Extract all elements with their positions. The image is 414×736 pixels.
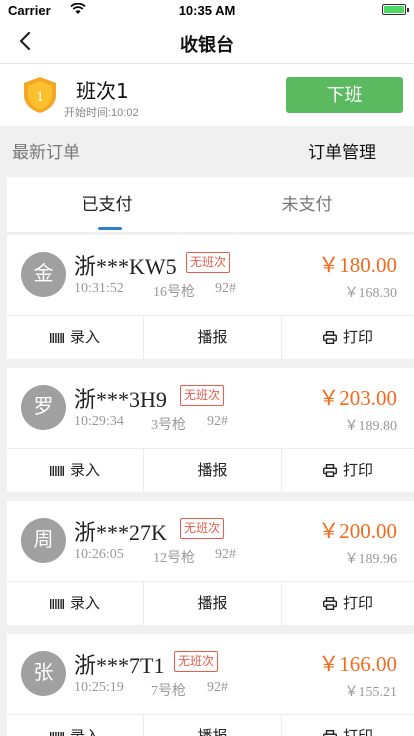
broadcast-button[interactable]: 播报 <box>144 715 282 736</box>
oil-grade: 92# <box>207 414 228 429</box>
off-duty-button[interactable]: 下班 <box>286 77 403 113</box>
record-button[interactable]: 录入 <box>7 316 144 360</box>
pump-gun: 16号枪 <box>153 285 195 300</box>
shift-badge-number: 1 <box>36 89 44 105</box>
barcode-icon <box>49 466 64 476</box>
broadcast-label: 播报 <box>197 462 228 479</box>
tab-active-indicator <box>98 227 122 230</box>
license-plate: 浙***7T1 <box>74 653 165 678</box>
shift-start-time: 开始时间:10:02 <box>64 107 139 119</box>
no-shift-tag: 无班次 <box>180 518 225 539</box>
broadcast-button[interactable]: 播报 <box>144 449 282 493</box>
order-actions: 录入 播报 打印 <box>7 581 414 626</box>
record-button[interactable]: 录入 <box>7 715 144 736</box>
order-actions: 录入 播报 打印 <box>7 315 414 360</box>
order-amount: ￥200.00 <box>318 519 397 543</box>
order-actions: 录入 播报 打印 <box>7 448 414 493</box>
paid-amount: ￥189.96 <box>344 552 398 567</box>
customer-avatar: 张 <box>21 651 66 696</box>
record-label: 录入 <box>69 329 100 346</box>
customer-avatar: 周 <box>21 518 66 563</box>
record-button[interactable]: 录入 <box>7 449 144 493</box>
barcode-icon <box>49 599 64 609</box>
nav-bar: 收银台 <box>0 20 414 64</box>
record-button[interactable]: 录入 <box>7 582 144 626</box>
paid-amount: ￥189.80 <box>344 419 398 434</box>
status-time: 10:35 AM <box>178 3 236 18</box>
broadcast-label: 播报 <box>197 595 228 612</box>
status-bar: Carrier 10:35 AM <box>0 0 414 20</box>
order-amount: ￥166.00 <box>318 652 397 676</box>
barcode-icon <box>49 333 64 343</box>
print-button[interactable]: 打印 <box>282 582 414 626</box>
page-title: 收银台 <box>180 35 234 55</box>
print-button[interactable]: 打印 <box>282 449 414 493</box>
order-time: 10:25:19 <box>74 680 124 695</box>
order-time: 10:29:34 <box>74 414 124 429</box>
shift-badge-icon: 1 <box>24 77 56 113</box>
oil-grade: 92# <box>215 547 236 562</box>
print-label: 打印 <box>342 595 373 612</box>
broadcast-button[interactable]: 播报 <box>144 582 282 626</box>
printer-icon <box>322 596 337 611</box>
printer-icon <box>322 463 337 478</box>
order-amount: ￥180.00 <box>318 253 397 277</box>
broadcast-button[interactable]: 播报 <box>144 316 282 360</box>
order-card[interactable]: 周浙***27K 无班次 ￥200.00 10:26:05 12号枪 92# ￥189.96… <box>7 501 414 626</box>
barcode-icon <box>49 732 64 736</box>
oil-grade: 92# <box>207 680 228 695</box>
license-plate: 浙***3H9 <box>74 387 167 412</box>
section-header: 最新订单 订单管理 <box>0 126 414 176</box>
order-management-link[interactable]: 订单管理 <box>308 138 376 163</box>
order-time: 10:26:05 <box>74 547 124 562</box>
print-label: 打印 <box>342 329 373 346</box>
print-button[interactable]: 打印 <box>282 316 414 360</box>
order-card[interactable]: 罗浙***3H9 无班次 ￥203.00 10:29:34 3号枪 92# ￥189.80 录… <box>7 368 414 493</box>
no-shift-tag: 无班次 <box>174 651 219 672</box>
customer-avatar: 罗 <box>21 385 66 430</box>
order-card[interactable]: 金浙***KW5 无班次 ￥180.00 10:31:52 16号枪 92# ￥168.30… <box>7 235 414 360</box>
print-label: 打印 <box>342 462 373 479</box>
record-label: 录入 <box>69 595 100 612</box>
order-amount: ￥203.00 <box>318 386 397 410</box>
no-shift-tag: 无班次 <box>186 252 231 273</box>
printer-icon <box>322 330 337 345</box>
shift-name: 班次1 <box>76 79 129 103</box>
paid-amount: ￥168.30 <box>344 286 398 301</box>
no-shift-tag: 无班次 <box>180 385 225 406</box>
print-label: 打印 <box>343 728 373 736</box>
paid-amount: ￥155.21 <box>344 685 398 700</box>
battery-icon <box>382 4 409 15</box>
printer-icon <box>322 729 337 736</box>
shift-bar: 1 班次1 开始时间:10:02 下班 <box>0 64 414 126</box>
tab-unpaid[interactable]: 未支付 <box>207 177 407 232</box>
order-actions: 录入 播报 打印 <box>7 714 414 736</box>
broadcast-label: 播报 <box>197 728 227 736</box>
tab-paid[interactable]: 已支付 <box>7 177 207 232</box>
order-time: 10:31:52 <box>74 281 124 296</box>
print-button[interactable]: 打印 <box>282 715 414 736</box>
record-label: 录入 <box>69 462 100 479</box>
pump-gun: 7号枪 <box>151 684 186 699</box>
pump-gun: 3号枪 <box>151 418 186 433</box>
license-plate: 浙***27K <box>74 520 167 545</box>
order-card[interactable]: 张浙***7T1 无班次 ￥166.00 10:25:19 7号枪 92# ￥155.21 录… <box>7 634 414 736</box>
pump-gun: 12号枪 <box>153 551 195 566</box>
customer-avatar: 金 <box>21 252 66 297</box>
latest-orders-label: 最新订单 <box>12 143 80 162</box>
record-label: 录入 <box>70 728 100 736</box>
license-plate: 浙***KW5 <box>74 254 177 279</box>
order-tabs: 已支付 未支付 <box>7 177 414 232</box>
oil-grade: 92# <box>215 281 236 296</box>
broadcast-label: 播报 <box>197 329 228 346</box>
